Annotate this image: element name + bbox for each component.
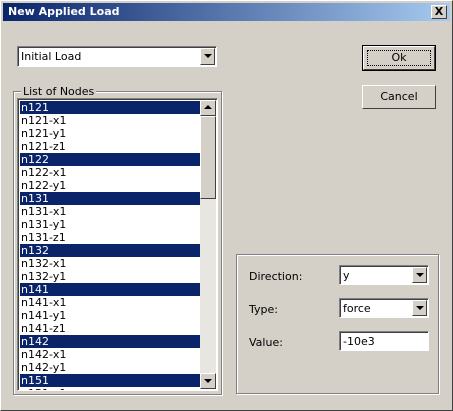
type-label: Type: xyxy=(249,303,278,316)
list-item[interactable]: n151-x1 xyxy=(20,387,201,390)
direction-value: y xyxy=(343,269,350,282)
value-input-text: -10e3 xyxy=(343,335,375,348)
list-item[interactable]: n131-x1 xyxy=(20,205,201,218)
value-input[interactable]: -10e3 xyxy=(339,331,429,351)
list-item[interactable]: n122 xyxy=(20,153,201,166)
list-item[interactable]: n132 xyxy=(20,244,201,257)
list-item[interactable]: n122-x1 xyxy=(20,166,201,179)
list-item[interactable]: n131 xyxy=(20,192,201,205)
window-title: New Applied Load xyxy=(8,5,120,18)
list-item[interactable]: n132-x1 xyxy=(20,257,201,270)
cancel-button-label: Cancel xyxy=(380,90,418,103)
list-item[interactable]: n141-z1 xyxy=(20,322,201,335)
list-item[interactable]: n142 xyxy=(20,335,201,348)
cancel-button[interactable]: Cancel xyxy=(362,85,436,109)
list-item[interactable]: n141-y1 xyxy=(20,309,201,322)
value-label: Value: xyxy=(249,336,283,349)
close-button[interactable]: X xyxy=(431,5,447,19)
arrow-down-icon xyxy=(204,379,212,383)
list-item[interactable]: n131-z1 xyxy=(20,231,201,244)
direction-label: Direction: xyxy=(249,270,303,283)
list-item[interactable]: n131-y1 xyxy=(20,218,201,231)
nodes-scrollbar[interactable] xyxy=(200,100,216,389)
direction-dropdown[interactable]: y xyxy=(339,265,429,285)
type-dropdown[interactable]: force xyxy=(339,298,429,318)
list-item[interactable]: n122-y1 xyxy=(20,179,201,192)
scroll-up-button[interactable] xyxy=(200,100,216,116)
chevron-down-icon xyxy=(204,54,212,58)
close-icon: X xyxy=(434,5,444,18)
direction-dropdown-button[interactable] xyxy=(412,267,427,283)
type-dropdown-button[interactable] xyxy=(412,300,427,316)
list-item[interactable]: n121-z1 xyxy=(20,140,201,153)
list-item[interactable]: n141 xyxy=(20,283,201,296)
chevron-down-icon xyxy=(416,273,424,277)
focus-rect xyxy=(367,50,431,66)
scroll-thumb[interactable] xyxy=(200,116,216,199)
scroll-down-button[interactable] xyxy=(200,373,216,389)
list-item[interactable]: n121-x1 xyxy=(20,114,201,127)
nodes-group-label: List of Nodes xyxy=(21,85,97,98)
nodes-listbox[interactable]: n121 n121-x1 n121-y1 n121-z1 n122 n122-x1 n122… xyxy=(17,98,218,391)
list-item[interactable]: n121 xyxy=(20,101,201,114)
type-value: force xyxy=(343,302,371,315)
load-case-value: Initial Load xyxy=(21,50,82,63)
load-case-dropdown[interactable]: Initial Load xyxy=(17,46,217,67)
list-item[interactable]: n142-x1 xyxy=(20,348,201,361)
list-item[interactable]: n151 xyxy=(20,374,201,387)
arrow-up-icon xyxy=(204,105,212,109)
ok-button[interactable]: Ok xyxy=(362,45,436,71)
list-item[interactable]: n121-y1 xyxy=(20,127,201,140)
list-item[interactable]: n141-x1 xyxy=(20,296,201,309)
list-item[interactable]: n142-y1 xyxy=(20,361,201,374)
title-bar[interactable]: New Applied Load X xyxy=(3,3,450,21)
load-case-dropdown-button[interactable] xyxy=(200,48,215,65)
nodes-list: n121 n121-x1 n121-y1 n121-z1 n122 n122-x1 n122… xyxy=(20,101,201,390)
list-item[interactable]: n132-y1 xyxy=(20,270,201,283)
dialog-window: New Applied Load X Initial Load Ok Cance… xyxy=(0,0,453,411)
chevron-down-icon xyxy=(416,306,424,310)
